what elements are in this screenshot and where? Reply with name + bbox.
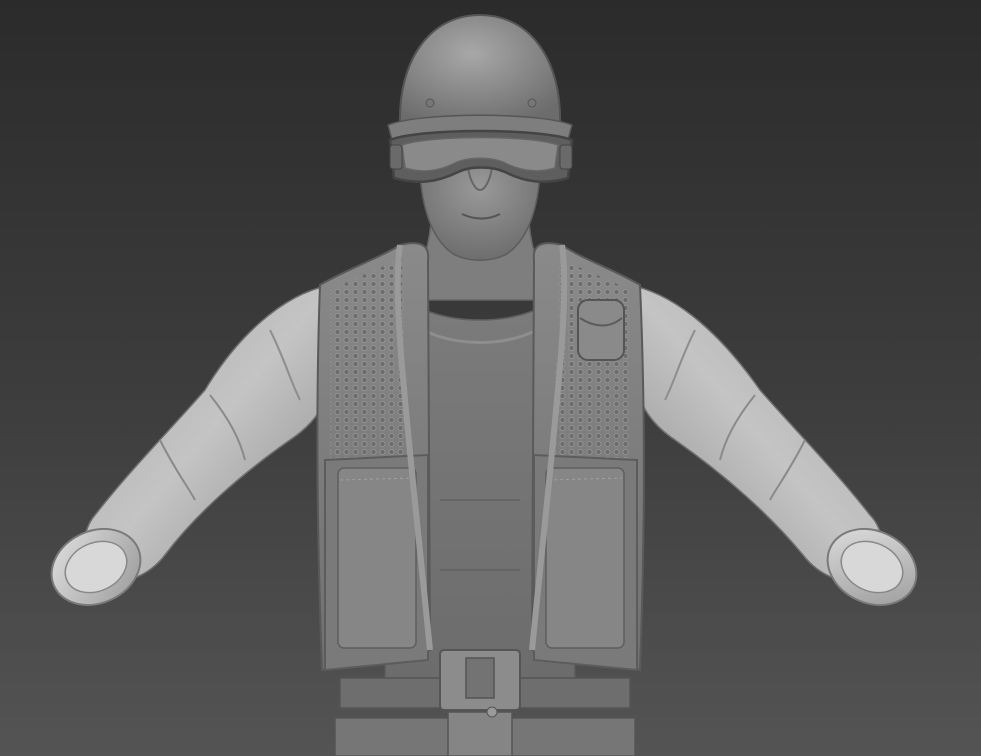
sculpt-viewport[interactable] [0,0,981,756]
belt-buckle [439,649,521,756]
chest-pouch [577,299,625,361]
sculpt-model [50,13,918,756]
helmet [387,13,573,141]
